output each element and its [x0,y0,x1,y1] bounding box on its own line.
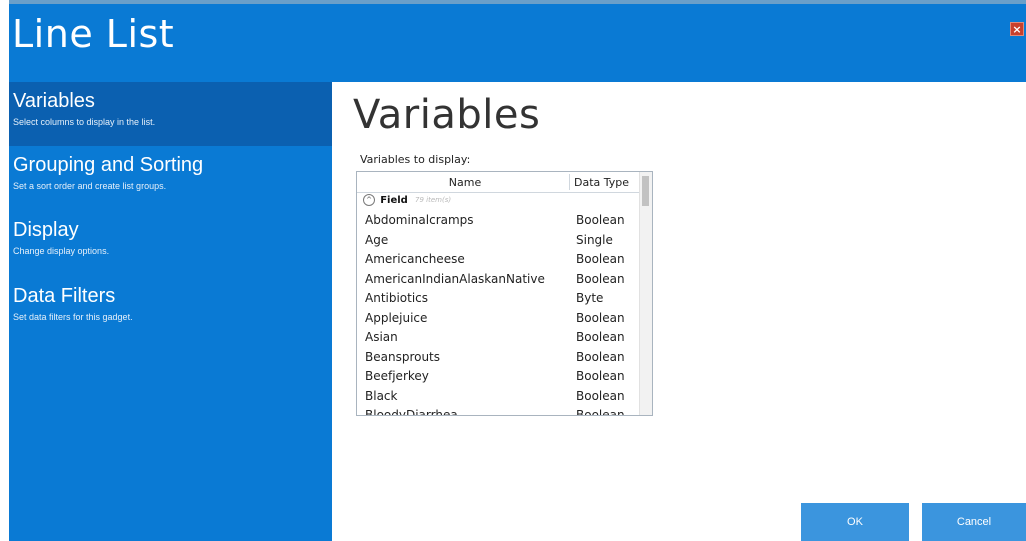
cell-name: Black [365,388,398,403]
window-edge [0,0,9,541]
close-icon: × [1012,23,1022,36]
group-name: Field [380,194,408,206]
variables-list-label: Variables to display: [360,153,471,166]
sidebar-item-description: Change display options. [13,246,110,256]
cell-name: Applejuice [365,310,428,325]
cell-data-type: Boolean [576,310,625,325]
ok-button[interactable]: OK [801,503,909,541]
sidebar-item-description: Set data filters for this gadget. [13,312,133,322]
grid-scrollbar[interactable] [639,172,652,415]
sidebar-item-title: Display [13,219,79,241]
sidebar-item-variables[interactable]: Variables Select columns to display in t… [9,82,332,146]
table-row[interactable]: Age Single [357,231,640,251]
sidebar-item-grouping-sorting[interactable]: Grouping and Sorting Set a sort order an… [9,154,332,191]
grid-rows: Abdominalcramps Boolean Age Single America… [357,211,640,416]
close-button[interactable]: × [1010,22,1024,36]
cell-name: Abdominalcramps [365,213,474,227]
cell-data-type: Boolean [576,349,625,364]
scrollbar-thumb[interactable] [642,176,649,206]
table-row[interactable]: Antibiotics Byte [357,289,640,309]
dialog-title: Line List [12,12,175,56]
cancel-button[interactable]: Cancel [922,503,1026,541]
sidebar-item-description: Set a sort order and create list groups. [13,181,167,191]
group-count: 79 item(s) [415,196,452,204]
variables-grid[interactable]: Name Data Type ^ Field 79 item(s) Abdomi… [356,171,653,416]
cell-name: AmericanIndianAlaskanNative [365,271,545,286]
sidebar-item-description: Select columns to display in the list. [13,117,156,127]
column-header-name[interactable]: Name [357,176,573,189]
cell-data-type: Boolean [576,388,625,403]
cell-data-type: Byte [576,291,604,305]
cell-name: Americancheese [365,252,465,266]
cell-name: Asian [365,330,398,344]
cell-data-type: Boolean [576,271,625,286]
cell-name: Beefjerkey [365,369,429,383]
table-row[interactable]: Beansprouts Boolean [357,348,640,368]
sidebar: Variables Select columns to display in t… [9,82,332,541]
table-row[interactable]: AmericanIndianAlaskanNative Boolean [357,270,640,290]
dialog-header: Line List × [9,0,1026,82]
sidebar-item-title: Data Filters [13,285,116,307]
cell-name: Age [365,232,389,247]
cell-data-type: Boolean [576,213,625,227]
cell-name: BloodyDiarrhea [365,408,458,416]
column-header-data-type[interactable]: Data Type [574,176,634,189]
page-title: Variables [353,92,541,138]
sidebar-item-display[interactable]: Display Change display options. [9,219,332,256]
header-top-strip [9,0,1026,4]
table-row[interactable]: Black Boolean [357,387,640,407]
cell-data-type: Boolean [576,330,625,344]
cell-data-type: Boolean [576,408,625,416]
sidebar-item-data-filters[interactable]: Data Filters Set data filters for this g… [9,285,332,322]
cell-name: Beansprouts [365,349,441,364]
table-row[interactable]: Beefjerkey Boolean [357,367,640,387]
collapse-icon[interactable]: ^ [363,194,375,206]
group-row-field[interactable]: ^ Field 79 item(s) [363,194,451,210]
table-row[interactable]: Applejuice Boolean [357,309,640,329]
cell-data-type: Boolean [576,252,625,266]
column-separator [569,174,570,190]
sidebar-item-title: Variables [13,90,95,112]
cell-data-type: Boolean [576,369,625,383]
table-row[interactable]: BloodyDiarrhea Boolean [357,406,640,416]
table-row[interactable]: Abdominalcramps Boolean [357,211,640,231]
cell-name: Antibiotics [365,291,429,305]
cell-data-type: Single [576,232,613,247]
grid-header: Name Data Type [357,172,640,193]
sidebar-item-title: Grouping and Sorting [13,154,204,176]
table-row[interactable]: Americancheese Boolean [357,250,640,270]
table-row[interactable]: Asian Boolean [357,328,640,348]
